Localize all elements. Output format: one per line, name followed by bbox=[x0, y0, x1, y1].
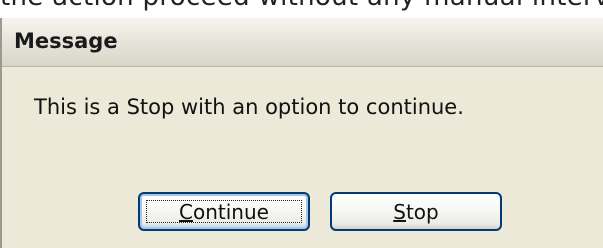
dialog-titlebar[interactable]: Message bbox=[2, 18, 603, 67]
stop-label-rest: top bbox=[405, 199, 439, 224]
continue-button[interactable]: Continue bbox=[138, 192, 310, 231]
dialog-title: Message bbox=[14, 29, 118, 53]
stop-mnemonic: S bbox=[393, 199, 406, 224]
page: the action proceed without any manual in… bbox=[0, 0, 603, 248]
background-document-text: the action proceed without any manual in… bbox=[0, 0, 603, 12]
continue-label-rest: ontinue bbox=[193, 199, 269, 224]
message-dialog: Message This is a Stop with an option to… bbox=[0, 18, 603, 248]
continue-mnemonic: C bbox=[179, 199, 193, 224]
dialog-message: This is a Stop with an option to continu… bbox=[34, 95, 464, 119]
continue-button-label: Continue bbox=[179, 200, 269, 224]
stop-button-label: Stop bbox=[393, 200, 438, 224]
stop-button[interactable]: Stop bbox=[330, 192, 502, 231]
